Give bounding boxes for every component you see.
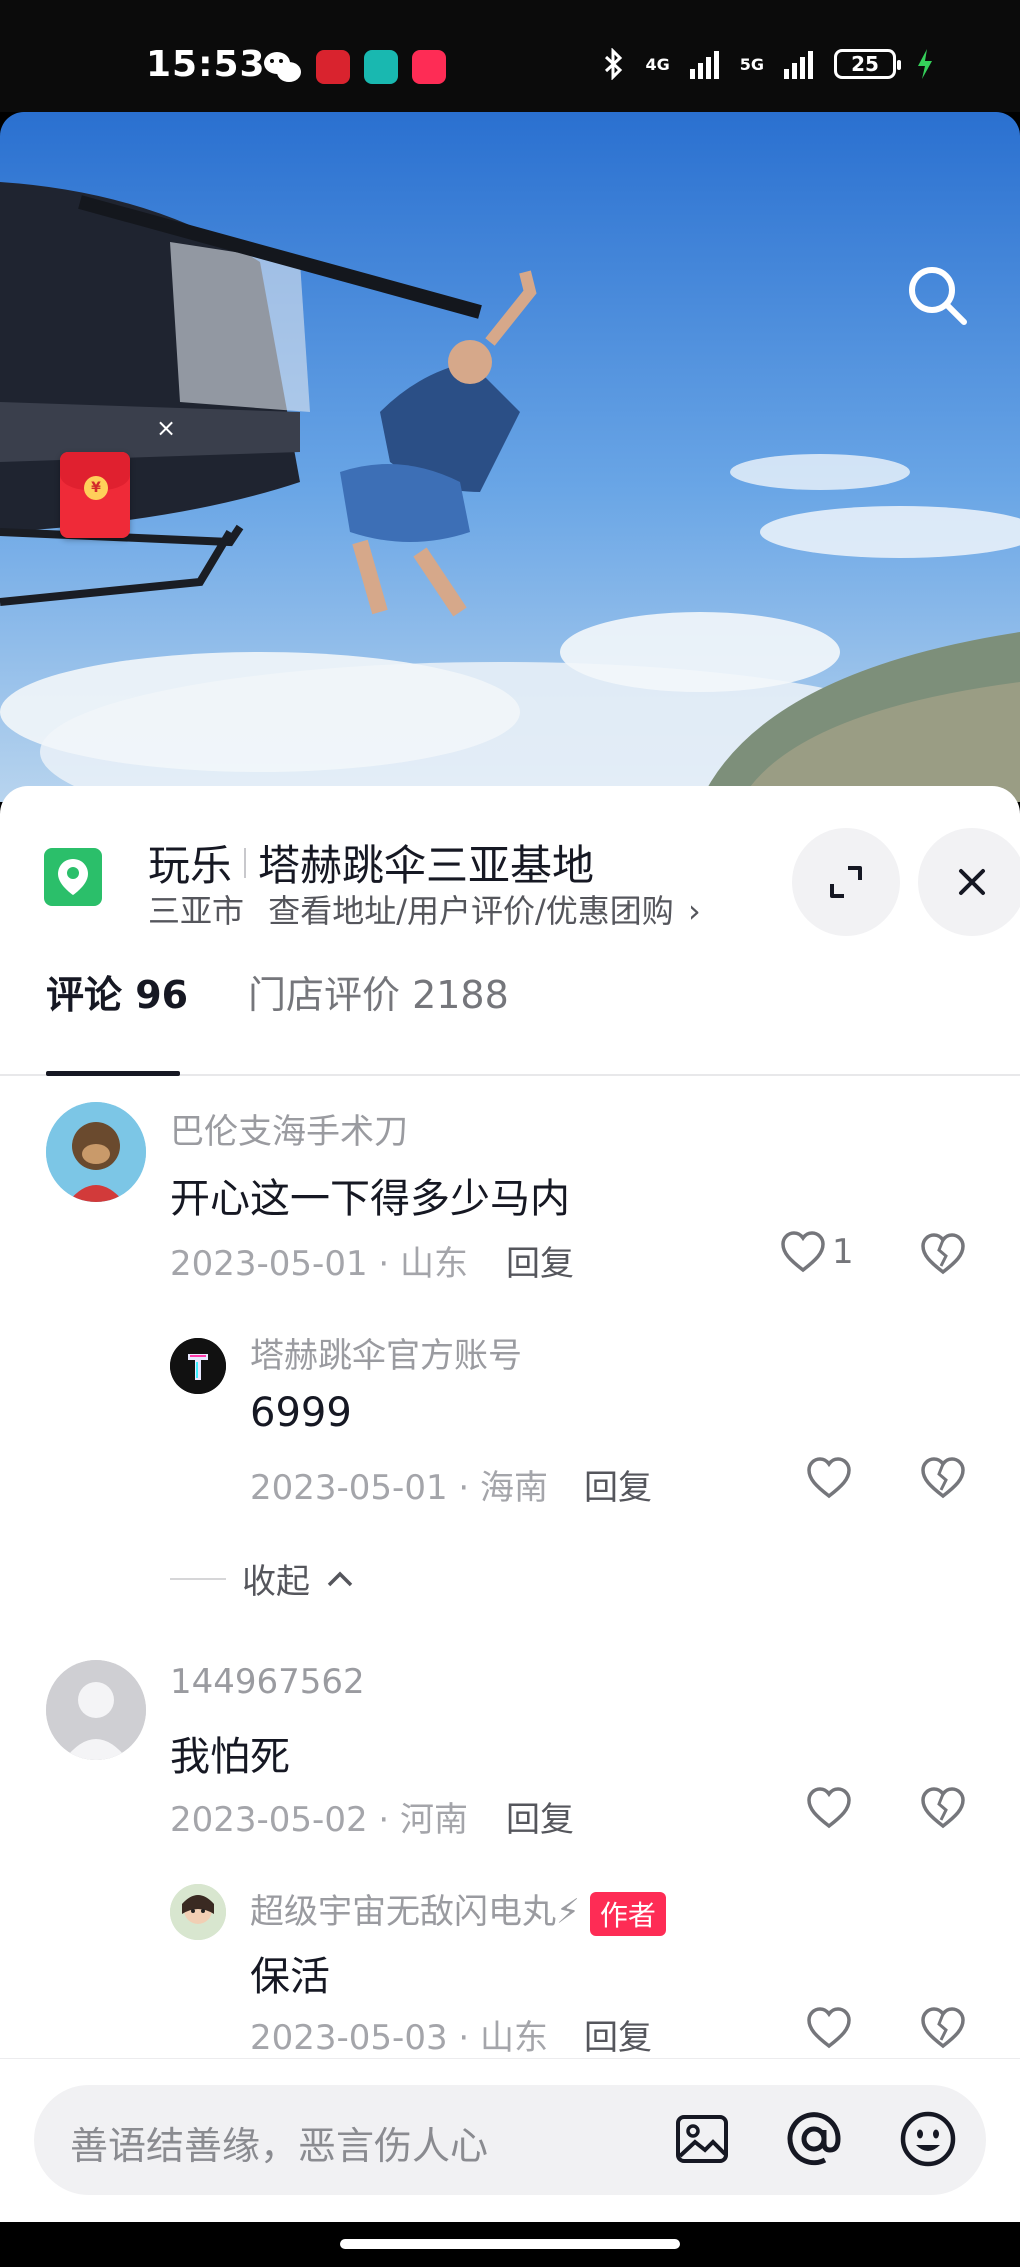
comment-list: 巴伦支海手术刀 开心这一下得多少马内 2023-05-01 · 山东 回复 1 …: [0, 1076, 1020, 2058]
chevron-up-icon: [327, 1571, 353, 1586]
network-5g-label: 5G: [739, 54, 764, 74]
comments-sheet: 玩乐 塔赫跳伞三亚基地 三亚市 查看地址/用户评价/优惠团购 › 评论 96 门…: [0, 786, 1020, 2267]
collapse-divider: [170, 1577, 226, 1580]
xiaohongshu-icon: [412, 50, 446, 84]
tab-store-reviews[interactable]: 门店评价 2188: [248, 964, 509, 1019]
like-count: 1: [832, 1232, 854, 1272]
home-bar: [0, 2222, 1020, 2267]
red-packet-close-icon[interactable]: ×: [156, 414, 176, 442]
status-time: 15:53: [146, 44, 266, 85]
broken-heart-icon[interactable]: [920, 1232, 966, 1276]
red-packet-icon[interactable]: ¥: [60, 452, 130, 538]
expand-button[interactable]: [792, 828, 900, 936]
like-button[interactable]: 1: [780, 1230, 854, 1274]
network-4g-label: 4G: [645, 54, 670, 74]
broken-heart-icon[interactable]: [920, 1786, 966, 1830]
expand-icon: [830, 866, 862, 898]
broken-heart-icon[interactable]: [920, 2006, 966, 2050]
location-pin-icon: [44, 848, 102, 906]
chevron-right-icon: ›: [687, 892, 701, 930]
poi-title[interactable]: 玩乐 塔赫跳伞三亚基地: [148, 832, 594, 893]
poi-city: 三亚市: [148, 892, 245, 930]
status-right: 4G 5G 25: [603, 48, 934, 80]
comment-input[interactable]: 善语结善缘，恶言伤人心: [34, 2085, 986, 2195]
comment-text: 我怕死: [170, 1734, 290, 1780]
poi-separator: [244, 847, 247, 878]
heart-icon[interactable]: [806, 1456, 852, 1500]
wechat-icon: [264, 52, 301, 82]
comment-date: 2023-05-01 · 海南: [250, 1468, 549, 1508]
mention-icon[interactable]: [782, 2107, 846, 2171]
comment-username[interactable]: 144967562: [170, 1662, 365, 1702]
avatar[interactable]: [170, 1884, 226, 1940]
red-packet-coin: ¥: [84, 476, 108, 500]
video-frame: [0, 112, 1020, 802]
status-app-icons: [262, 50, 446, 84]
comment-date: 2023-05-01 · 山东: [170, 1244, 469, 1284]
app-badge-icon-teal: [364, 50, 398, 84]
comment-text: 保活: [250, 1954, 330, 2000]
comment-tabs: 评论 96 门店评价 2188: [0, 956, 1020, 1076]
poi-subtitle[interactable]: 三亚市 查看地址/用户评价/优惠团购 ›: [148, 886, 701, 932]
comment-date: 2023-05-02 · 河南: [170, 1800, 469, 1840]
broken-heart-icon[interactable]: [920, 1456, 966, 1500]
battery-indicator: 25: [834, 49, 901, 79]
reply-button[interactable]: 回复: [506, 1792, 574, 1841]
reply-button[interactable]: 回复: [584, 1460, 652, 1509]
author-tag: 作者: [589, 1891, 666, 1936]
avatar[interactable]: [46, 1102, 146, 1202]
avatar[interactable]: [170, 1338, 226, 1394]
heart-icon[interactable]: [806, 2006, 852, 2050]
heart-icon[interactable]: [806, 1786, 852, 1830]
poi-category: 玩乐: [148, 841, 233, 890]
tab-comments[interactable]: 评论 96: [46, 964, 188, 1019]
home-indicator[interactable]: [340, 2239, 680, 2249]
comment-username[interactable]: 塔赫跳伞官方账号: [250, 1328, 522, 1377]
signal-icon-2: [784, 51, 813, 79]
author-username: 超级宇宙无敌闪电丸⚡: [250, 1892, 580, 1932]
comment-username[interactable]: 超级宇宙无敌闪电丸⚡ 作者: [250, 1884, 666, 1936]
search-icon[interactable]: [902, 260, 972, 330]
collapse-label: 收起: [242, 1562, 310, 1602]
close-icon: [959, 869, 985, 895]
emoji-icon[interactable]: [896, 2107, 960, 2171]
poi-header[interactable]: 玩乐 塔赫跳伞三亚基地 三亚市 查看地址/用户评价/优惠团购 ›: [0, 786, 1020, 936]
comment-username[interactable]: 巴伦支海手术刀: [170, 1104, 408, 1153]
bluetooth-icon: [605, 48, 623, 80]
comment-input-area: 善语结善缘，恶言伤人心: [0, 2058, 1020, 2222]
reply-button[interactable]: 回复: [506, 1236, 574, 1285]
comment-text: 开心这一下得多少马内: [170, 1176, 570, 1222]
battery-level: 25: [851, 52, 879, 76]
image-icon[interactable]: [670, 2107, 734, 2171]
comment-text: 6999: [250, 1390, 352, 1436]
heart-icon: [781, 1231, 825, 1273]
app-badge-icon-red: [316, 50, 350, 84]
comment-date: 2023-05-03 · 山东: [250, 2018, 549, 2058]
status-bar: 15:53 4G 5G 25: [0, 0, 1020, 112]
collapse-replies-button[interactable]: 收起: [170, 1554, 354, 1603]
poi-name: 塔赫跳伞三亚基地: [258, 841, 595, 890]
charging-icon: [918, 49, 932, 79]
poi-link: 查看地址/用户评价/优惠团购: [268, 892, 674, 930]
reply-button[interactable]: 回复: [584, 2010, 652, 2059]
comment-input-placeholder: 善语结善缘，恶言伤人心: [70, 2124, 489, 2168]
signal-icon: [689, 51, 719, 79]
video-player[interactable]: ¥ ×: [0, 112, 1020, 802]
avatar[interactable]: [46, 1660, 146, 1760]
close-button[interactable]: [918, 828, 1020, 936]
